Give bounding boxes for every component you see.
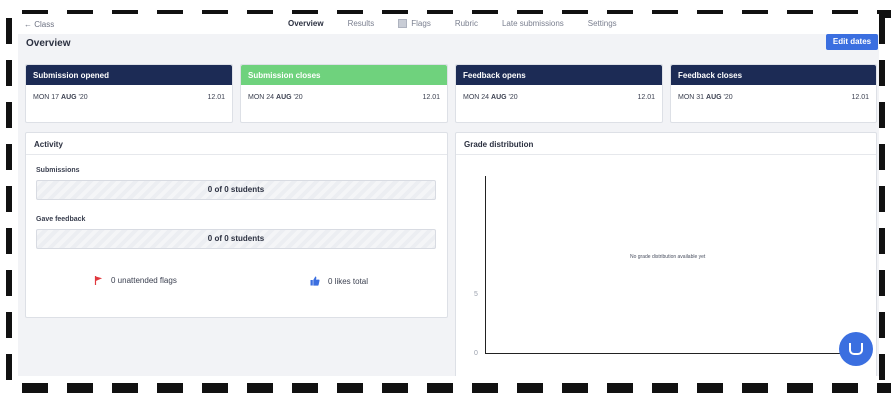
tab-rubric[interactable]: Rubric [455, 19, 478, 28]
date-card-submission-opened: Submission opened MON 17 AUG '20 12.01 [25, 64, 233, 123]
screenshot-frame: ← Class Overview Results Flags Rubric La… [0, 0, 891, 395]
date-card-body: MON 31 AUG '20 12.01 [671, 85, 876, 110]
tab-late-submissions[interactable]: Late submissions [502, 19, 564, 28]
tab-flags-label: Flags [411, 19, 431, 28]
date-card-submission-closes: Submission closes MON 24 AUG '20 12.01 [240, 64, 448, 123]
chart-y-axis [485, 176, 486, 354]
edit-dates-button[interactable]: Edit dates [826, 34, 878, 50]
date-card-title: Feedback closes [671, 65, 876, 85]
app-window: ← Class Overview Results Flags Rubric La… [18, 14, 879, 376]
date-value: MON 24 AUG '20 [463, 94, 518, 101]
dashed-border-bottom [22, 383, 891, 393]
chat-icon [849, 343, 863, 355]
gave-feedback-label: Gave feedback [36, 216, 86, 223]
time-value: 12.01 [207, 94, 225, 101]
date-card-feedback-opens: Feedback opens MON 24 AUG '20 12.01 [455, 64, 663, 123]
time-value: 12.01 [637, 94, 655, 101]
submissions-label: Submissions [36, 167, 80, 174]
flag-icon [94, 276, 103, 285]
chat-launcher-button[interactable] [839, 332, 873, 366]
chart-x-axis [485, 353, 865, 354]
time-value: 12.01 [851, 94, 869, 101]
tab-bar: Overview Results Flags Rubric Late submi… [288, 19, 641, 28]
date-card-title: Submission opened [26, 65, 232, 85]
date-card-feedback-closes: Feedback closes MON 31 AUG '20 12.01 [670, 64, 877, 123]
submissions-progress-bar: 0 of 0 students [36, 180, 436, 200]
dashed-border-right [879, 18, 885, 384]
empty-chart-message: No grade distribution available yet [630, 254, 706, 260]
grade-distribution-title: Grade distribution [456, 133, 876, 155]
activity-title: Activity [26, 133, 447, 155]
tab-overview[interactable]: Overview [288, 19, 324, 28]
tab-settings[interactable]: Settings [588, 19, 617, 28]
likes-total-text: 0 likes total [328, 276, 369, 286]
date-card-title: Feedback opens [456, 65, 662, 85]
unattended-flags-stat[interactable]: 0 unattended flags [94, 276, 177, 285]
date-card-body: MON 24 AUG '20 12.01 [456, 85, 662, 110]
date-value: MON 31 AUG '20 [678, 94, 733, 101]
thumbs-up-icon [310, 276, 320, 286]
flags-tab-icon [398, 19, 408, 28]
back-to-class-link[interactable]: ← Class [24, 20, 54, 29]
page-title: Overview [26, 38, 71, 49]
dashed-border-left [6, 18, 12, 390]
date-card-body: MON 24 AUG '20 12.01 [241, 85, 447, 110]
top-nav: ← Class Overview Results Flags Rubric La… [18, 14, 879, 34]
y-tick-label: 0 [474, 350, 478, 357]
date-value: MON 24 AUG '20 [248, 94, 303, 101]
tab-results[interactable]: Results [348, 19, 375, 28]
unattended-flags-text: 0 unattended flags [111, 276, 177, 285]
likes-total-stat: 0 likes total [310, 276, 368, 286]
tab-flags[interactable]: Flags [398, 19, 431, 28]
time-value: 12.01 [422, 94, 440, 101]
date-card-body: MON 17 AUG '20 12.01 [26, 85, 232, 110]
date-value: MON 17 AUG '20 [33, 94, 88, 101]
activity-panel: Activity [25, 132, 448, 318]
feedback-progress-bar: 0 of 0 students [36, 229, 436, 249]
y-tick-label: 5 [474, 291, 478, 298]
date-card-title: Submission closes [241, 65, 447, 85]
